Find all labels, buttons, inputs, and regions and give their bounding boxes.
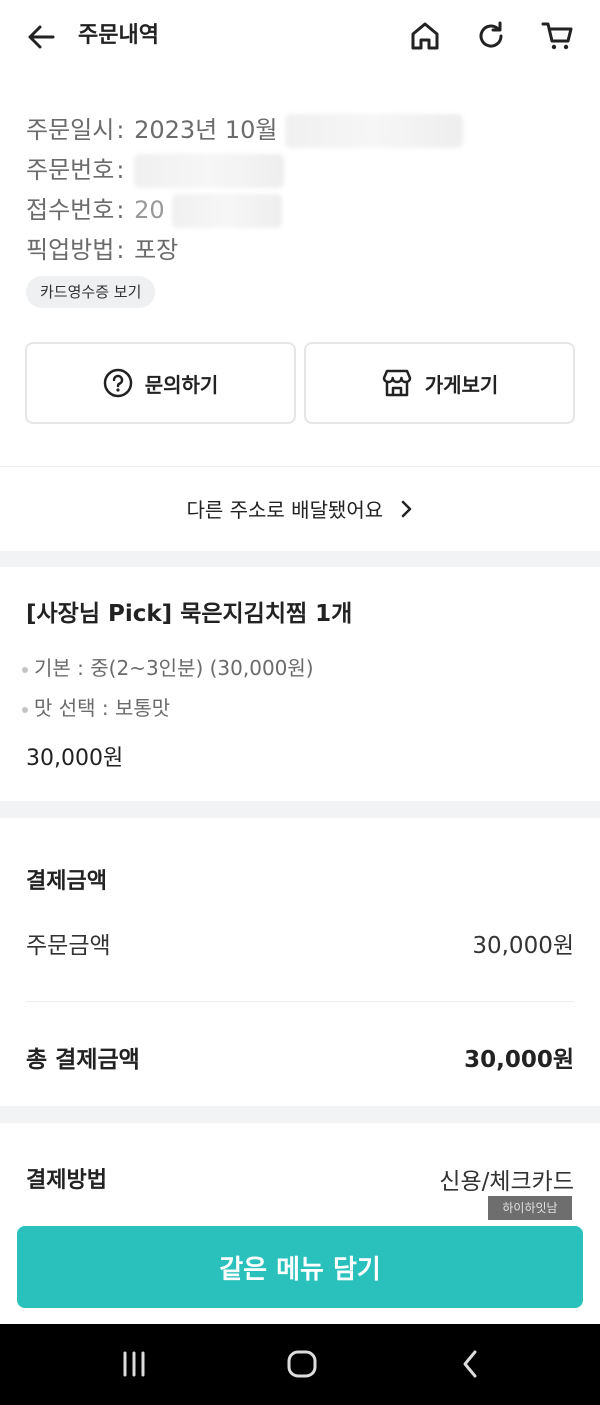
- menu-item-title: [사장님 Pick] 묵은지김치찜 1개: [26, 601, 353, 627]
- payment-method-value: 신용/체크카드: [439, 1169, 574, 1195]
- back-arrow-icon[interactable]: [22, 18, 60, 56]
- bullet-dot: [22, 706, 28, 713]
- order-amount-label: 주문금액: [26, 933, 111, 959]
- different-address-link[interactable]: 다른 주소로 배달됐어요: [0, 490, 600, 530]
- store-button-label: 가게보기: [424, 372, 499, 397]
- recent-apps-icon[interactable]: [114, 1344, 154, 1384]
- question-circle-icon: [103, 368, 133, 398]
- pickup-method-row: 픽업방법: 포장: [26, 236, 179, 264]
- receipt-number-partial: 20: [134, 196, 165, 224]
- receipt-number-label: 접수번호: [26, 196, 115, 224]
- add-same-menu-button[interactable]: 같은 메뉴 담기: [17, 1226, 583, 1308]
- divider: [0, 466, 600, 467]
- order-info: 주문일시: 2023년 10월 주문번호: 접수번호: 20 픽업방법: 포장: [26, 110, 586, 270]
- refresh-icon[interactable]: [471, 16, 511, 56]
- section-gap: [0, 801, 600, 818]
- inquiry-button-label: 문의하기: [144, 372, 219, 397]
- pickup-method-value: 포장: [134, 236, 179, 264]
- menu-option: 맛 선택 : 보통맛: [22, 692, 170, 721]
- page-title: 주문내역: [78, 23, 159, 48]
- app-header: 주문내역: [0, 0, 600, 74]
- section-gap: [0, 551, 600, 567]
- order-datetime-row: 주문일시: 2023년 10월: [26, 110, 586, 150]
- payment-method-label: 결제방법: [26, 1168, 107, 1193]
- home-nav-icon[interactable]: [282, 1344, 322, 1384]
- card-receipt-button[interactable]: 카드영수증 보기: [26, 276, 156, 308]
- bullet-dot: [22, 666, 28, 673]
- redacted-blur: [134, 154, 285, 188]
- redacted-blur: [285, 114, 464, 148]
- different-address-label: 다른 주소로 배달됐어요: [186, 498, 384, 522]
- receipt-number-row: 접수번호: 20: [26, 190, 586, 230]
- watermark: 하이하잇남: [488, 1196, 572, 1220]
- inquiry-button[interactable]: 문의하기: [25, 342, 296, 424]
- store-button[interactable]: 가게보기: [304, 342, 575, 424]
- redacted-blur: [172, 194, 283, 228]
- total-amount-label: 총 결제금액: [26, 1047, 140, 1073]
- total-amount-value: 30,000원: [464, 1047, 574, 1073]
- order-amount-value: 30,000원: [472, 933, 574, 959]
- section-gap: [0, 1106, 600, 1123]
- order-number-label: 주문번호: [26, 156, 115, 184]
- payment-amount-title: 결제금액: [26, 869, 107, 894]
- home-icon[interactable]: [405, 16, 445, 56]
- back-nav-icon[interactable]: [450, 1344, 490, 1384]
- menu-item-price: 30,000원: [26, 746, 124, 771]
- chevron-right-icon: [400, 492, 414, 532]
- divider: [26, 1001, 574, 1002]
- order-datetime-value: 2023년 10월: [134, 116, 278, 144]
- cart-icon[interactable]: [538, 16, 578, 56]
- order-number-row: 주문번호:: [26, 150, 586, 190]
- system-nav-bar: [0, 1324, 600, 1405]
- menu-option: 기본 : 중(2~3인분) (30,000원): [22, 652, 314, 681]
- order-datetime-label: 주문일시: [26, 116, 115, 144]
- store-icon: [381, 368, 413, 398]
- pickup-method-label: 픽업방법: [26, 236, 115, 264]
